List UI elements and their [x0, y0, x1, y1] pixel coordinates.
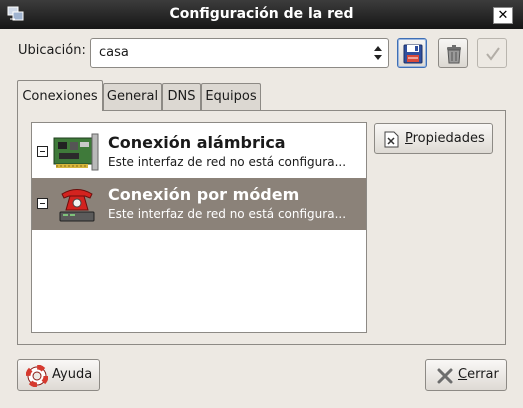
list-item[interactable]: Conexión por módem Este interfaz de red …: [32, 178, 366, 230]
connection-description: Este interfaz de red no está configura..…: [108, 155, 347, 169]
window-title: Configuración de la red: [169, 6, 354, 22]
network-settings-window: Configuración de la red ✕ Ubicación: cas…: [0, 0, 523, 408]
tab-dns[interactable]: DNS: [162, 83, 201, 110]
collapse-toggle[interactable]: [37, 198, 48, 209]
list-item[interactable]: Conexión alámbrica Este interfaz de red …: [32, 126, 366, 178]
save-location-button[interactable]: [397, 38, 427, 68]
tab-general[interactable]: General: [103, 83, 162, 110]
connection-name: Conexión alámbrica: [108, 133, 286, 152]
combo-arrows-icon: [374, 46, 382, 60]
location-label: Ubicación:: [18, 43, 86, 58]
connections-list[interactable]: Conexión alámbrica Este interfaz de red …: [31, 122, 367, 333]
properties-label: Propiedades: [405, 131, 485, 146]
tab-conexiones[interactable]: Conexiones: [17, 80, 103, 111]
location-value: casa: [99, 45, 129, 60]
properties-icon: [384, 131, 399, 148]
network-card-icon: [53, 133, 99, 171]
close-x-icon: [437, 368, 453, 384]
location-combo[interactable]: casa: [90, 38, 389, 68]
tab-equipos[interactable]: Equipos: [201, 83, 261, 110]
trash-icon: [447, 45, 461, 64]
close-window-button[interactable]: ✕: [493, 7, 513, 24]
properties-button[interactable]: Propiedades: [374, 123, 493, 154]
close-icon: ✕: [497, 8, 509, 23]
floppy-disk-icon: [403, 44, 423, 64]
title-bar[interactable]: Configuración de la red ✕: [0, 0, 523, 29]
close-button[interactable]: Cerrar: [425, 359, 507, 391]
collapse-toggle[interactable]: [37, 146, 48, 157]
connection-description: Este interfaz de red no está configura..…: [108, 207, 347, 221]
delete-location-button[interactable]: [438, 38, 468, 68]
close-label: Cerrar: [458, 367, 499, 382]
telephone-modem-icon: [59, 189, 95, 222]
lifebuoy-icon: [26, 365, 48, 387]
help-label: Ayuda: [52, 367, 93, 382]
apply-location-button[interactable]: [477, 38, 507, 68]
connection-name: Conexión por módem: [108, 185, 300, 204]
help-button[interactable]: Ayuda: [17, 359, 100, 391]
checkmark-icon: [486, 47, 500, 61]
